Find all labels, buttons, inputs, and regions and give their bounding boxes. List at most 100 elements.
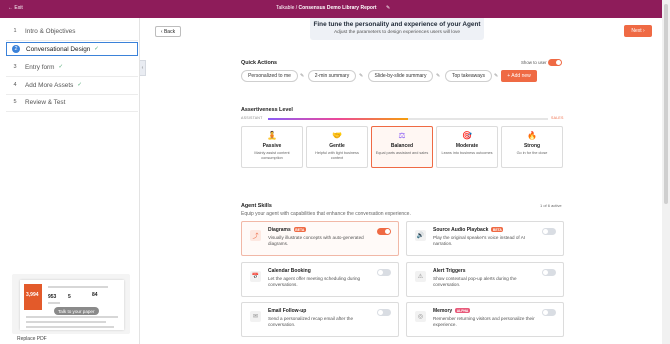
step-number: 2 [12, 45, 20, 53]
slider-fill [268, 118, 408, 120]
talk-to-paper-chip[interactable]: Talk to your paper [54, 307, 99, 315]
pdf-text-line [26, 321, 106, 323]
quick-action-chip[interactable]: Slide-by-slide summary [368, 70, 433, 82]
pdf-stat: 5 [68, 294, 71, 300]
next-button[interactable]: Next › [624, 25, 652, 37]
card-description: Go in for the close [516, 151, 548, 155]
back-button[interactable]: ‹ Back [155, 26, 181, 37]
skill-description: Let the agent offer meeting scheduling d… [268, 276, 361, 287]
pdf-preview-thumbnail[interactable]: 3,994 953 5 84 Talk to your paper [12, 274, 130, 334]
skill-card-alert-triggers[interactable]: ⚠ Alert Triggers Show contextual pop-up … [406, 262, 564, 297]
toggle-knob [543, 310, 548, 315]
step-label: Intro & Objectives [25, 27, 76, 35]
step-label: Review & Test [25, 98, 66, 106]
skill-name: Diagrams BETA [268, 227, 306, 233]
show-to-user-toggle[interactable] [548, 59, 562, 66]
card-description: Leans into business outcomes [441, 151, 493, 155]
skill-card-source-audio[interactable]: 🔊 Source Audio Playback BETA Play the ori… [406, 221, 564, 256]
pdf-stat: 953 [48, 294, 57, 300]
replace-pdf-link[interactable]: Replace PDF [17, 336, 47, 342]
step-number: 3 [13, 64, 17, 70]
check-icon: ✓ [58, 64, 64, 70]
email-icon: ✉ [250, 311, 261, 322]
main-content: ‹ Back Next › Fine tune the personality … [148, 18, 662, 344]
sidebar-collapse-button[interactable]: ‹ [140, 60, 146, 76]
sidebar-step-entry-form[interactable]: 3 Entry form ✓ [6, 60, 138, 74]
skill-toggle[interactable] [542, 228, 556, 235]
skill-card-calendar-booking[interactable]: 📅 Calendar Booking Let the agent offer m… [241, 262, 399, 297]
pdf-accent-block: 3,994 [24, 284, 42, 310]
skill-toggle[interactable] [542, 269, 556, 276]
sidebar-step-review-test[interactable]: 5 Review & Test [6, 95, 138, 109]
page-scrollbar[interactable] [662, 0, 670, 344]
pdf-text-line [26, 326, 114, 328]
handshake-icon: 🤝 [332, 131, 342, 140]
edit-icon[interactable]: ✎ [386, 5, 390, 11]
assertiveness-card-passive[interactable]: 🧘 Passive Mainly assist content consumpt… [241, 126, 303, 168]
fire-icon: 🔥 [527, 131, 537, 140]
pdf-stat: 84 [92, 292, 98, 298]
divider [6, 40, 138, 41]
check-icon: ✓ [77, 82, 82, 88]
pencil-icon[interactable]: ✎ [494, 73, 498, 79]
alert-icon: ⚠ [415, 271, 426, 282]
quick-action-chip[interactable]: 2-min summary [308, 70, 356, 82]
assertiveness-card-moderate[interactable]: 🎯 Moderate Leans into business outcomes [436, 126, 498, 168]
sidebar-step-conversational-design[interactable]: 2 Conversational Design ✓ [6, 42, 138, 56]
card-description: Equal parts assistant and sales [375, 151, 429, 155]
card-name: Passive [262, 143, 282, 149]
calendar-icon: 📅 [250, 271, 261, 282]
skill-toggle[interactable] [542, 309, 556, 316]
speaker-icon: 🔊 [415, 230, 426, 241]
pencil-icon[interactable]: ✎ [359, 73, 363, 79]
skill-card-diagrams[interactable]: ⤴ Diagrams BETA Visually illustrate conce… [241, 221, 399, 256]
step-label: Add More Assets [25, 81, 74, 89]
card-name: Balanced [390, 143, 414, 149]
assertiveness-card-strong[interactable]: 🔥 Strong Go in for the close [501, 126, 563, 168]
scrollbar-thumb[interactable] [664, 4, 668, 204]
skill-toggle[interactable] [377, 228, 391, 235]
skill-toggle[interactable] [377, 309, 391, 316]
step-number: 5 [13, 99, 17, 105]
skill-description: Remember returning visitors and personal… [433, 316, 535, 327]
card-name: Gentle [329, 143, 345, 149]
step-number: 4 [13, 82, 17, 88]
pencil-icon[interactable]: ✎ [300, 73, 304, 79]
slider-min-label: ASSISTANT [241, 116, 263, 120]
quick-action-chip[interactable]: Personalized to me [241, 70, 298, 82]
step-label: Conversational Design [26, 45, 91, 53]
breadcrumb: Talkable / Consensus Demo Library Report [276, 5, 377, 11]
card-name: Moderate [455, 143, 479, 149]
hero-title: Fine tune the personality and experience… [313, 21, 481, 28]
skill-name: Memory ALPHA [433, 308, 470, 314]
card-description: Mainly assist content consumption [254, 151, 290, 160]
sidebar-step-add-more-assets[interactable]: 4 Add More Assets ✓ [6, 78, 138, 92]
skill-description: Play the original speaker's voice instea… [433, 235, 526, 246]
check-icon: ✓ [94, 46, 99, 52]
assertiveness-card-gentle[interactable]: 🤝 Gentle Helpful with light business con… [306, 126, 368, 168]
slider-max-label: SALES [551, 116, 564, 120]
target-icon: 🎯 [462, 131, 472, 140]
breadcrumb-prefix: Talkable / [276, 5, 298, 11]
show-to-user-label: Show to user [521, 60, 547, 65]
step-number: 1 [13, 28, 17, 34]
add-quick-action-button[interactable]: + Add new [501, 70, 537, 82]
quick-action-chip[interactable]: Top takeaways [445, 70, 492, 82]
assertiveness-card-balanced[interactable]: ⚖ Balanced Equal parts assistant and sal… [371, 126, 433, 168]
assertiveness-slider[interactable] [268, 118, 548, 120]
toggle-knob [543, 229, 548, 234]
skill-card-email-follow-up[interactable]: ✉ Email Follow-up Send a personalized re… [241, 302, 399, 337]
assertiveness-title: Assertiveness Level [241, 107, 293, 113]
sidebar-step-intro[interactable]: 1 Intro & Objectives [6, 24, 138, 38]
skill-description: Send a personalized recap email after th… [268, 316, 354, 327]
skill-toggle[interactable] [377, 269, 391, 276]
skill-name: Calendar Booking [268, 268, 311, 274]
pencil-icon[interactable]: ✎ [436, 73, 440, 79]
exit-link[interactable]: ← Exit [8, 5, 23, 11]
skill-card-memory[interactable]: ◎ Memory ALPHA Remember returning visitor… [406, 302, 564, 337]
hero-banner: Fine tune the personality and experience… [310, 18, 484, 40]
top-bar: ← Exit Talkable / Consensus Demo Library… [0, 0, 662, 18]
beta-badge: BETA [491, 227, 504, 233]
skill-name: Alert Triggers [433, 268, 466, 274]
page-title: Consensus Demo Library Report [298, 5, 377, 11]
